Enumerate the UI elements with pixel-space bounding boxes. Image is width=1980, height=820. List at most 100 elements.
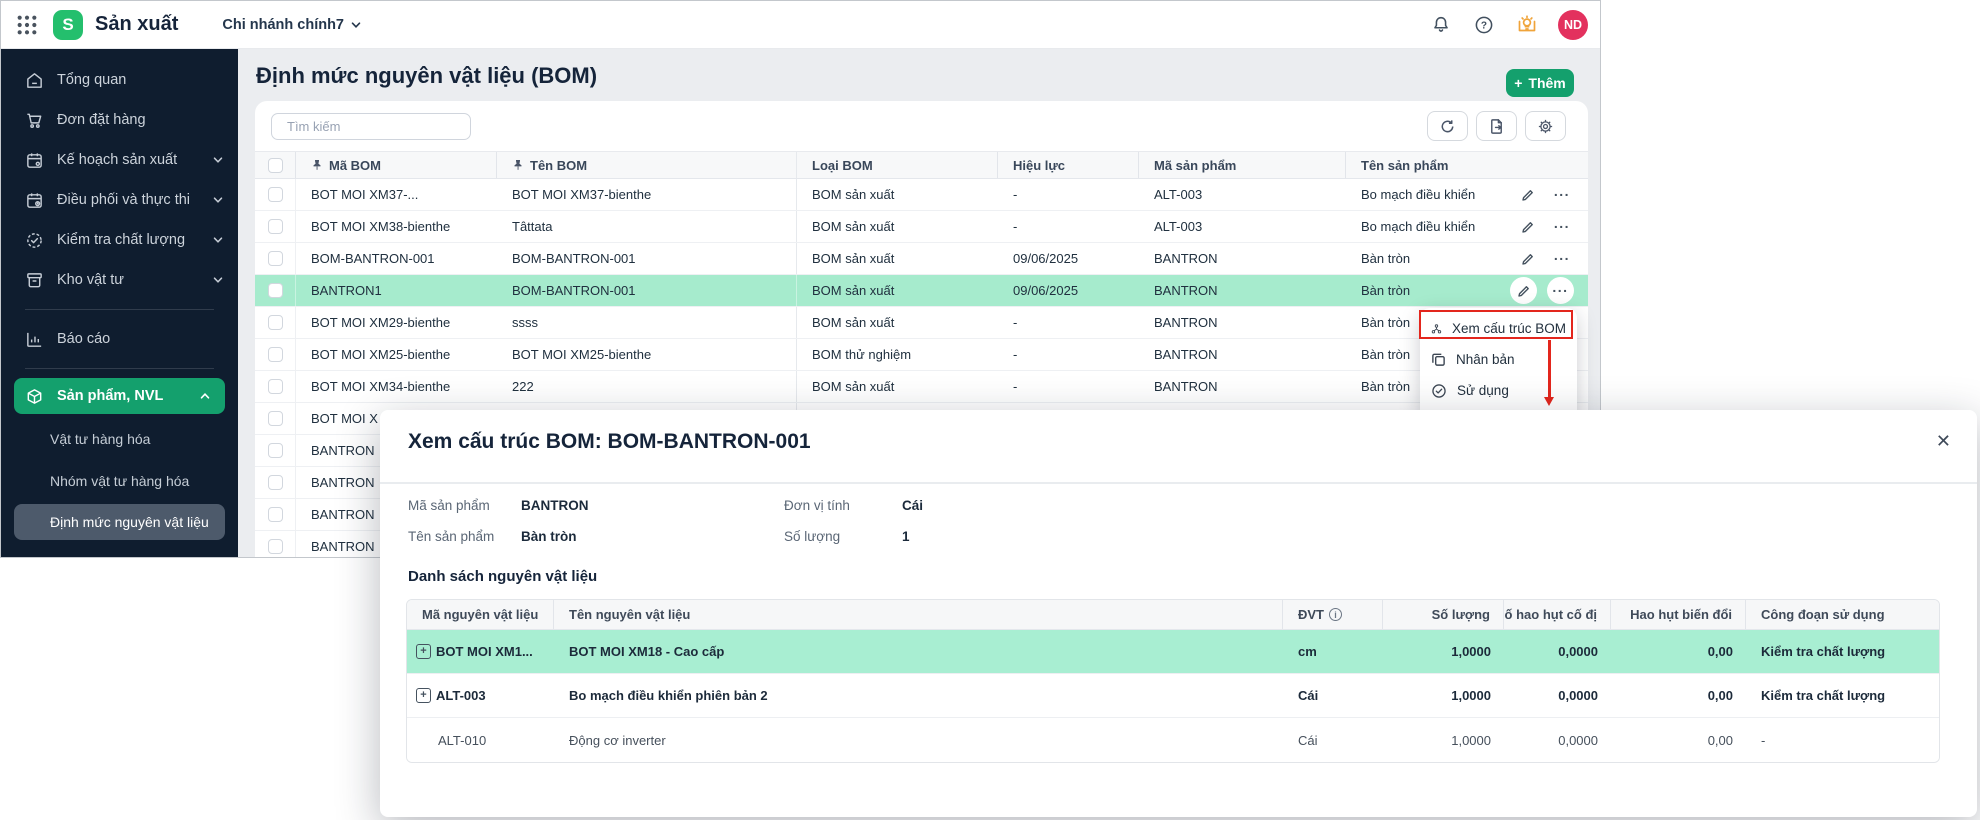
sidebar-item-label: Đơn đặt hàng [57, 112, 146, 128]
header-ten-bom[interactable]: Tên BOM [497, 152, 797, 178]
table-row[interactable]: BOT MOI XM38-bienthe Tâttata BOM sản xuấ… [255, 211, 1588, 243]
row-checkbox[interactable] [268, 315, 283, 330]
row-checkbox[interactable] [268, 379, 283, 394]
table-row-selected[interactable]: BANTRON1 BOM-BANTRON-001 BOM sản xuất 09… [255, 275, 1588, 307]
user-avatar[interactable]: ND [1558, 9, 1588, 40]
cell-ten-nvl: BOT MOI XM18 - Cao cấp [569, 644, 725, 659]
expand-row-icon[interactable]: + [416, 644, 431, 659]
sidebar-item-san-pham-nvl[interactable]: Sản phẩm, NVL [14, 378, 225, 414]
cell-ma-bom: BOT MOI XM38-bienthe [311, 219, 451, 234]
gear-icon [1538, 119, 1553, 133]
row-checkbox[interactable] [268, 251, 283, 266]
cell-hieu-luc: 09/06/2025 [1013, 251, 1079, 266]
select-all-checkbox[interactable] [268, 157, 283, 173]
quality-check-icon [27, 232, 42, 248]
cell-ten-san-pham: Bàn tròn [1361, 283, 1411, 298]
row-more-actions-icon[interactable]: ... [1550, 215, 1574, 239]
sidebar-item-bao-cao[interactable]: Báo cáo [1, 319, 238, 359]
edit-pencil-icon[interactable] [1516, 215, 1540, 239]
sidebar-subitem-vat-tu-hang-hoa[interactable]: Vật tư hàng hóa [1, 418, 238, 460]
refresh-button[interactable] [1427, 111, 1468, 141]
row-more-actions-icon[interactable]: ... [1550, 183, 1574, 207]
bom-table-header: Mã BOM Tên BOM Loại BOM Hiệu lực Mã sản … [255, 151, 1588, 179]
info-icon[interactable]: i [1329, 608, 1342, 621]
cell-hieu-luc: - [1013, 315, 1018, 330]
export-button[interactable] [1476, 111, 1517, 141]
menu-item-xem-cau-truc-bom[interactable]: Xem cấu trúc BOM [1420, 313, 1577, 344]
edit-pencil-icon[interactable] [1516, 183, 1540, 207]
table-row[interactable]: BOT MOI XM29-bienthe ssss BOM sản xuất -… [255, 307, 1588, 339]
sidebar-item-dieu-phoi-va-thuc-thi[interactable]: Điều phối và thực thi [1, 180, 238, 220]
modal-header: Xem cấu trúc BOM: BOM-BANTRON-001 ✕ [380, 410, 1977, 484]
header-ma-bom[interactable]: Mã BOM [296, 152, 497, 178]
material-row-highlighted[interactable]: + BOT MOI XM1... BOT MOI XM18 - Cao cấp … [407, 630, 1939, 674]
row-more-actions-icon[interactable]: ... [1547, 277, 1574, 304]
header-ma-san-pham[interactable]: Mã sản phẩm [1139, 152, 1346, 178]
chevron-up-icon [200, 393, 210, 399]
notifications-bell-icon[interactable] [1429, 13, 1453, 37]
cell-ten-san-pham: Bàn tròn [1361, 347, 1411, 362]
plus-icon: + [1514, 75, 1523, 91]
cell-ten-bom: BOM-BANTRON-001 [497, 243, 797, 274]
close-icon[interactable]: ✕ [1936, 432, 1951, 450]
sidebar-item-label: Điều phối và thực thi [57, 192, 191, 208]
apps-grid-icon[interactable] [15, 13, 39, 37]
material-row[interactable]: + ALT-003 Bo mạch điều khiển phiên bản 2… [407, 674, 1939, 718]
edit-pencil-icon[interactable] [1516, 247, 1540, 271]
sidebar-item-tong-quan[interactable]: Tổng quan [1, 60, 238, 100]
field-label: Số lượng [784, 529, 841, 544]
row-checkbox[interactable] [268, 347, 283, 362]
search-input[interactable] [287, 119, 463, 134]
cell-ten-san-pham: Bàn tròn [1361, 379, 1411, 394]
cell-hao-hut-bien-doi: 0,00 [1707, 688, 1733, 703]
header-ten-nvl: Tên nguyên vật liệu [554, 600, 1283, 629]
sidebar-item-don-dat-hang[interactable]: Đơn đặt hàng [1, 100, 238, 140]
expand-row-icon[interactable]: + [416, 688, 431, 703]
menu-item-nhan-ban[interactable]: Nhân bản [1420, 344, 1577, 375]
cell-ma-san-pham: BANTRON [1154, 315, 1218, 330]
cell-loai-bom: BOM sản xuất [812, 315, 895, 330]
row-checkbox[interactable] [268, 507, 283, 522]
row-more-actions-icon[interactable]: ... [1550, 247, 1574, 271]
row-checkbox[interactable] [268, 411, 283, 426]
app-title: Sản xuất [95, 13, 179, 35]
header-label: Tên sản phẩm [1361, 157, 1449, 173]
sidebar-item-ke-hoach-san-xuat[interactable]: Kế hoạch sản xuất [1, 140, 238, 180]
cell-ma-nvl: ALT-003 [436, 688, 486, 703]
cell-ma-san-pham: ALT-003 [1154, 187, 1203, 202]
row-checkbox[interactable] [268, 219, 283, 234]
edit-pencil-icon[interactable] [1510, 277, 1537, 304]
cell-so-luong: 1,0000 [1451, 732, 1491, 748]
calendar-gear-icon [27, 152, 42, 168]
sidebar-subitem-label: Định mức nguyên vật liệu [50, 514, 209, 530]
sidebar-item-label: Tổng quan [57, 72, 127, 88]
header-ten-san-pham[interactable]: Tên sản phẩm [1346, 152, 1588, 178]
sidebar-subitem-dinh-muc-nguyen-vat-lieu[interactable]: Định mức nguyên vật liệu [14, 504, 225, 540]
row-checkbox[interactable] [268, 475, 283, 490]
header-loai-bom[interactable]: Loại BOM [797, 152, 998, 178]
table-row[interactable]: BOT MOI XM34-bienthe 222 BOM sản xuất - … [255, 371, 1588, 403]
table-settings-button[interactable] [1525, 111, 1566, 141]
row-checkbox[interactable] [268, 539, 283, 554]
table-row[interactable]: BOT MOI XM25-bienthe BOT MOI XM25-bienth… [255, 339, 1588, 371]
table-row[interactable]: BOT MOI XM37-... BOT MOI XM37-bienthe BO… [255, 179, 1588, 211]
sidebar-subitem-nhom-vat-tu-hang-hoa[interactable]: Nhóm vật tư hàng hóa [1, 460, 238, 502]
header-hieu-luc[interactable]: Hiệu lực [998, 152, 1139, 178]
header-cong-doan: Công đoạn sử dụng [1761, 607, 1885, 622]
field-value: Cái [902, 498, 924, 513]
sidebar-divider [25, 368, 214, 369]
branch-selector[interactable]: Chi nhánh chính7 [222, 17, 362, 33]
table-row[interactable]: BOM-BANTRON-001 BOM-BANTRON-001 BOM sản … [255, 243, 1588, 275]
page-title: Định mức nguyên vật liệu (BOM) [256, 63, 598, 88]
sidebar-item-kho-vat-tu[interactable]: Kho vật tư [1, 260, 238, 300]
row-checkbox[interactable] [268, 443, 283, 458]
row-checkbox[interactable] [268, 187, 283, 202]
sidebar-item-kiem-tra-chat-luong[interactable]: Kiểm tra chất lượng [1, 220, 238, 260]
material-row-child[interactable]: ALT-010 Động cơ inverter Cái 1,0000 0,00… [407, 718, 1939, 762]
row-checkbox[interactable] [268, 283, 283, 298]
help-icon[interactable]: ? [1472, 13, 1496, 37]
add-bom-button[interactable]: + Thêm [1506, 69, 1574, 97]
sidebar: Tổng quan Đơn đặt hàng Kế hoạch sản xuất… [1, 49, 238, 557]
whats-new-lamp-icon[interactable] [1515, 13, 1539, 37]
field-label: Đơn vị tính [784, 498, 850, 513]
